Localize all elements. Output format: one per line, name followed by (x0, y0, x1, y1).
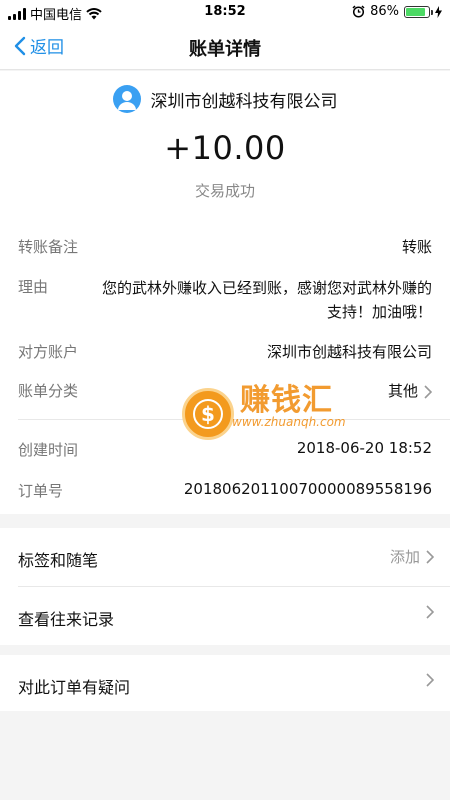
charging-icon (435, 5, 442, 18)
nav-bar: 返回 账单详情 (0, 24, 450, 70)
history-chevron-group (426, 605, 434, 619)
account-label: 对方账户 (18, 343, 79, 361)
tags-action-group: 添加 (390, 546, 434, 567)
merchant-header[interactable]: 深圳市创越科技有限公司 (0, 85, 450, 113)
status-bar: 中国电信 18:52 86% (0, 0, 450, 24)
tags-add-action: 添加 (389, 548, 420, 566)
chevron-right-icon (426, 549, 434, 564)
battery-percent: 86% (370, 4, 399, 19)
category-label: 账单分类 (18, 382, 79, 400)
transaction-status: 交易成功 (194, 182, 255, 200)
chevron-right-icon (426, 673, 434, 687)
reason-value: 您的武林外赚收入已经到账，感谢您对武林外赚的支持！加油哦！ (102, 279, 433, 321)
battery-level (406, 7, 425, 16)
question-list: 对此订单有疑问 (0, 655, 450, 711)
details-section: 转账备注 转账 理由 您的武林外赚收入已经到账，感谢您对武林外赚的支持！加油哦！… (0, 214, 450, 514)
order-label: 订单号 (18, 482, 64, 500)
battery-group: 86% (352, 4, 442, 19)
divider (18, 419, 450, 420)
chevron-right-icon (426, 605, 434, 619)
tags-label: 标签和随笔 (18, 551, 99, 570)
order-value: 20180620110070000089558196 (183, 480, 432, 498)
category-value-group: 其他 (388, 380, 432, 401)
category-value: 其他 (387, 382, 418, 400)
summary-card: 深圳市创越科技有限公司 +10.00 交易成功 (0, 71, 450, 214)
created-label: 创建时间 (18, 441, 79, 459)
alarm-icon (352, 5, 365, 18)
merchant-name: 深圳市创越科技有限公司 (150, 91, 338, 112)
user-icon (117, 91, 136, 110)
created-value: 2018-06-20 18:52 (296, 439, 432, 457)
history-label: 查看往来记录 (18, 610, 115, 629)
amount: +10.00 (164, 129, 286, 167)
history-row[interactable]: 查看往来记录 (0, 587, 450, 645)
category-row[interactable]: 账单分类 其他 (18, 380, 432, 404)
battery-icon (404, 5, 433, 18)
chevron-right-icon (424, 384, 432, 399)
remark-label: 转账备注 (18, 238, 79, 256)
page-title: 账单详情 (189, 39, 261, 60)
tags-row[interactable]: 标签和随笔 添加 (0, 528, 450, 587)
reason-label: 理由 (18, 278, 49, 296)
avatar (112, 85, 141, 113)
question-label: 对此订单有疑问 (18, 678, 131, 697)
account-value: 深圳市创越科技有限公司 (266, 343, 432, 361)
question-row[interactable]: 对此订单有疑问 (0, 655, 450, 711)
action-list: 标签和随笔 添加 查看往来记录 (0, 528, 450, 645)
question-chevron-group (426, 673, 434, 687)
remark-value: 转账 (401, 238, 432, 256)
